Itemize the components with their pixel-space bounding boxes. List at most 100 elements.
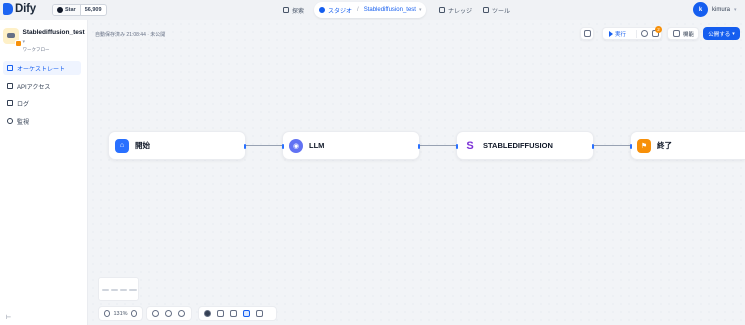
node-llm[interactable]: ◉ LLM xyxy=(282,131,420,160)
sidebar-item-label: APIアクセス xyxy=(17,84,51,91)
chevron-down-icon: ▾ xyxy=(732,30,735,37)
node-title: STABLEDIFFUSION xyxy=(483,141,553,150)
publish-label: 公開する xyxy=(708,31,731,38)
studio-icon xyxy=(319,7,325,13)
redo-icon[interactable] xyxy=(165,310,172,317)
edge-start-llm[interactable] xyxy=(246,145,282,146)
app-header[interactable]: Stablediffusion_test ▾ ワークフロー xyxy=(3,28,87,53)
avatar: k xyxy=(693,2,708,17)
publish-button[interactable]: 公開する ▾ xyxy=(703,27,740,40)
features-button[interactable]: 機能 xyxy=(667,27,699,40)
add-node-icon[interactable] xyxy=(204,310,211,317)
chevron-down-icon: ▾ xyxy=(418,7,422,13)
github-star-button[interactable]: Star 56,909 xyxy=(52,4,107,16)
history-icon[interactable] xyxy=(641,30,649,37)
zoom-control: 131% xyxy=(98,306,143,321)
user-menu[interactable]: k kimura ▾ xyxy=(693,2,737,17)
node-start[interactable]: ⌂ 開始 xyxy=(108,131,246,160)
run-toolbar: 実行 xyxy=(602,27,662,40)
github-star-count: 56,909 xyxy=(84,7,102,13)
layout-toggle-button[interactable] xyxy=(580,27,594,40)
layout-icon xyxy=(583,30,591,37)
knowledge-icon xyxy=(439,7,445,13)
add-note-icon[interactable] xyxy=(217,310,224,317)
node-output-handle[interactable] xyxy=(418,144,420,149)
sidebar-item-monitor[interactable]: 監視 xyxy=(3,114,81,128)
node-title: LLM xyxy=(309,141,325,150)
nav-explore[interactable]: 探索 xyxy=(278,2,309,18)
collapse-sidebar-icon[interactable]: ⊢ xyxy=(6,314,11,321)
logo-text: Dify xyxy=(15,3,36,15)
minimap-node xyxy=(129,289,137,291)
home-icon: ⌂ xyxy=(115,138,129,153)
minimap-node xyxy=(120,289,127,291)
sidebar-item-label: 監視 xyxy=(17,119,30,126)
flag-icon: ⚑ xyxy=(637,138,651,153)
nav-studio-label: スタジオ xyxy=(328,8,353,15)
node-input-handle[interactable] xyxy=(456,144,458,149)
node-input-handle[interactable] xyxy=(630,144,632,149)
explore-icon xyxy=(283,7,289,13)
zoom-level[interactable]: 131% xyxy=(113,311,127,317)
sidebar-item-label: ログ xyxy=(17,101,30,108)
zoom-out-icon[interactable] xyxy=(104,310,111,317)
log-icon xyxy=(7,100,13,106)
sidebar: Stablediffusion_test ▾ ワークフロー オーケストレート A… xyxy=(0,20,88,325)
app-name: Stablediffusion_test ▾ xyxy=(22,29,85,45)
current-app-selector[interactable]: Stablediffusion_test xyxy=(364,7,416,13)
node-input-handle[interactable] xyxy=(282,144,284,149)
version-history-icon[interactable] xyxy=(178,310,185,317)
node-title: 開始 xyxy=(135,141,150,150)
node-output-handle[interactable] xyxy=(244,144,246,149)
orchestrate-icon xyxy=(7,65,13,71)
sidebar-item-api-access[interactable]: APIアクセス xyxy=(3,79,81,93)
node-end[interactable]: ⚑ 終了 xyxy=(630,131,745,160)
user-name: kimura xyxy=(712,6,731,13)
chevron-down-icon: ▾ xyxy=(734,6,737,13)
brain-icon: ◉ xyxy=(289,138,303,153)
stablediffusion-icon: S xyxy=(463,138,477,153)
checklist-count-badge: 2 xyxy=(655,26,662,33)
nav-knowledge[interactable]: ナレッジ xyxy=(434,2,477,18)
node-output-handle[interactable] xyxy=(592,144,594,149)
sidebar-item-logs[interactable]: ログ xyxy=(3,96,81,110)
run-button[interactable]: 実行 xyxy=(609,30,626,38)
node-stablediffusion[interactable]: S STABLEDIFFUSION xyxy=(456,131,594,160)
canvas-tools xyxy=(198,306,277,321)
node-title: 終了 xyxy=(657,141,672,150)
minimap[interactable] xyxy=(98,277,139,301)
dify-logo[interactable]: Dify xyxy=(3,3,36,15)
app-icon xyxy=(3,28,22,47)
app-type: ワークフロー xyxy=(22,47,50,52)
minimap-node xyxy=(111,289,118,291)
sidebar-item-orchestrate[interactable]: オーケストレート xyxy=(3,61,81,75)
github-icon xyxy=(57,7,63,13)
play-icon xyxy=(609,30,613,37)
workflow-canvas[interactable]: 自動保存済み 21:08:44 · 未公開 実行 2 機能 公開する ▾ ⌂ 開… xyxy=(89,20,745,325)
nav-tools-label: ツール xyxy=(492,8,511,15)
minimap-node xyxy=(102,289,109,291)
undo-icon[interactable] xyxy=(152,310,159,317)
nav-explore-label: 探索 xyxy=(292,8,305,15)
nav-knowledge-label: ナレッジ xyxy=(448,8,473,15)
features-label: 機能 xyxy=(683,31,695,38)
dify-logo-icon xyxy=(3,3,13,15)
nav-tools[interactable]: ツール xyxy=(478,2,515,18)
run-label: 実行 xyxy=(615,31,627,38)
edge-sd-end[interactable] xyxy=(594,145,630,146)
features-icon xyxy=(673,30,680,37)
save-status: 自動保存済み 21:08:44 · 未公開 xyxy=(95,32,166,38)
hand-icon[interactable] xyxy=(243,310,250,317)
zoom-in-icon[interactable] xyxy=(130,310,137,317)
edge-llm-sd[interactable] xyxy=(420,145,456,146)
history-controls xyxy=(146,306,192,321)
organize-layout-icon[interactable] xyxy=(256,310,263,317)
workflow-badge-icon xyxy=(14,40,22,47)
sidebar-item-label: オーケストレート xyxy=(17,66,66,73)
pointer-icon[interactable] xyxy=(230,310,237,317)
tools-icon xyxy=(483,7,489,13)
nav-studio[interactable]: スタジオ / Stablediffusion_test ▾ xyxy=(314,2,427,18)
api-icon xyxy=(7,83,13,89)
top-header: Dify Star 56,909 探索 スタジオ / Stablediffusi… xyxy=(0,0,745,20)
monitor-icon xyxy=(7,118,13,124)
